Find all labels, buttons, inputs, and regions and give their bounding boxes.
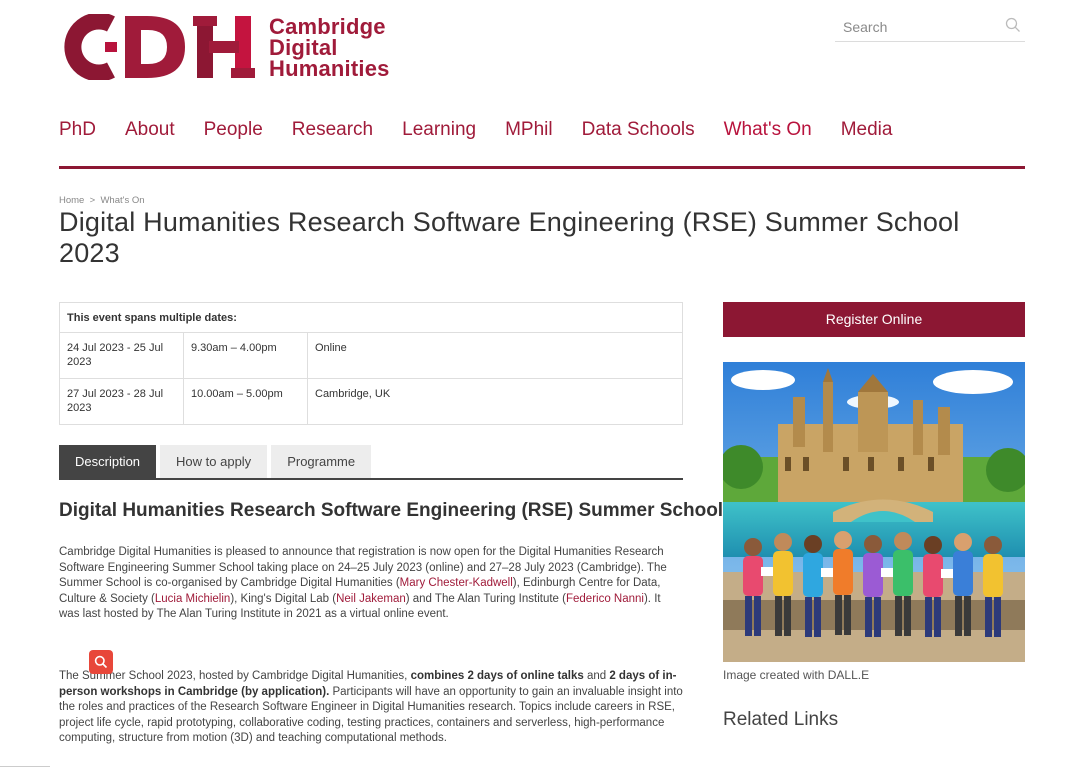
location-cell: Cambridge, UK [307,378,683,425]
section-heading: Digital Humanities Research Software Eng… [59,500,724,521]
text: and [583,670,610,682]
content-tabs: Description How to apply Programme [59,445,683,480]
breadcrumb-current[interactable]: What's On [100,195,144,206]
date-cell: 27 Jul 2023 - 28 Jul 2023 [59,378,184,425]
breadcrumb: Home > What's On [59,195,145,206]
nav-item-people[interactable]: People [204,119,263,141]
time-cell: 9.30am – 4.00pm [183,332,308,379]
cdh-logo-mark [59,14,257,80]
related-links-heading: Related Links [723,709,839,730]
logo-line-3: Humanities [269,55,390,81]
text: ), King's Digital Lab ( [230,592,337,605]
nav-item-research[interactable]: Research [292,119,373,141]
text: ) and The Alan Turing Institute ( [405,592,566,605]
nav-item-about[interactable]: About [125,119,175,141]
logo-line-1: Cambridge [269,13,386,39]
nav-item-whats-on[interactable]: What's On [724,119,812,141]
description-paragraph-2: The Summer School 2023, hosted by Cambri… [59,669,683,747]
image-caption: Image created with DALL.E [723,668,870,682]
description-paragraph-1: Cambridge Digital Humanities is pleased … [59,545,683,623]
breadcrumb-separator: > [89,195,96,206]
nav-item-mphil[interactable]: MPhil [505,119,553,141]
nav-item-learning[interactable]: Learning [402,119,476,141]
nav-divider [59,166,1025,169]
event-illustration-image [723,362,1025,662]
nav-item-data-schools[interactable]: Data Schools [582,119,695,141]
search-box [835,13,1025,42]
time-cell: 10.00am – 5.00pm [183,378,308,425]
date-cell: 24 Jul 2023 - 25 Jul 2023 [59,332,184,379]
link-neil-jakeman[interactable]: Neil Jakeman [336,593,406,605]
tab-how-to-apply[interactable]: How to apply [160,445,268,478]
site-logo[interactable]: Cambridge Digital Humanities [59,14,390,80]
breadcrumb-home[interactable]: Home [59,195,84,206]
table-row: 27 Jul 2023 - 28 Jul 2023 10.00am – 5.00… [59,378,683,425]
nav-item-media[interactable]: Media [841,119,893,141]
tab-description[interactable]: Description [59,445,157,478]
link-lucia-michielin[interactable]: Lucia Michielin [155,593,230,605]
logo-line-2: Digital [269,34,338,60]
link-federico-nanni[interactable]: Federico Nanni [566,593,644,605]
search-input[interactable] [835,13,995,40]
main-nav: PhD About People Research Learning MPhil… [59,119,921,141]
page-title: Digital Humanities Research Software Eng… [59,207,960,268]
nav-item-phd[interactable]: PhD [59,119,96,141]
logo-wordmark: Cambridge Digital Humanities [269,13,390,81]
register-online-button[interactable]: Register Online [723,302,1025,337]
link-mary-chester-kadwell[interactable]: Mary Chester-Kadwell [400,577,513,589]
footer-divider [0,766,50,767]
dates-table-header: This event spans multiple dates: [59,302,683,333]
location-cell: Online [307,332,683,379]
event-dates-table: This event spans multiple dates: 24 Jul … [59,302,683,425]
table-row: 24 Jul 2023 - 25 Jul 2023 9.30am – 4.00p… [59,332,683,379]
tab-programme[interactable]: Programme [271,445,372,478]
bold-text: combines 2 days of online talks [410,670,584,682]
floating-search-icon[interactable] [89,650,113,674]
search-icon[interactable] [1005,17,1021,33]
